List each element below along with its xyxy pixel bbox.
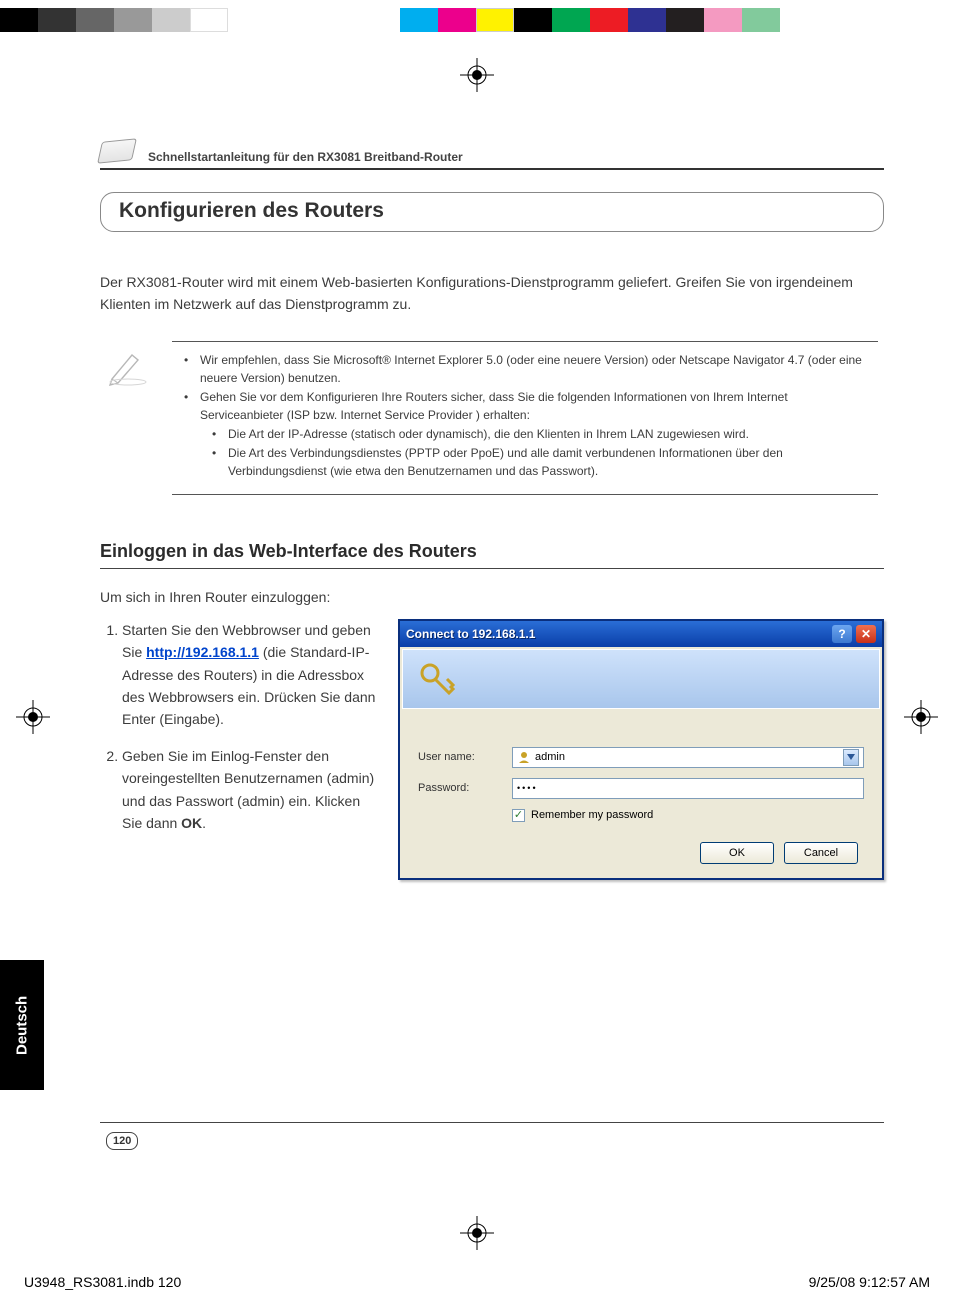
username-label: User name: — [418, 751, 512, 763]
language-tab: Deutsch — [0, 960, 44, 1090]
username-field[interactable]: admin — [512, 747, 864, 768]
password-field[interactable]: •••• — [512, 778, 864, 799]
router-icon — [97, 138, 137, 163]
username-value: admin — [535, 751, 565, 763]
registration-mark-icon — [460, 58, 494, 92]
page-content: Schnellstartanleitung für den RX3081 Bre… — [100, 140, 884, 1188]
steps-lead: Um sich in Ihren Router einzuloggen: — [100, 587, 884, 609]
step-1: Starten Sie den Webbrowser und geben Sie… — [122, 619, 380, 731]
print-timestamp: 9/25/08 9:12:57 AM — [809, 1274, 930, 1290]
keys-icon — [417, 659, 457, 699]
note-list: Wir empfehlen, dass Sie Microsoft® Inter… — [178, 352, 872, 480]
note-box: Wir empfehlen, dass Sie Microsoft® Inter… — [100, 341, 884, 495]
remember-label: Remember my password — [531, 809, 653, 821]
dropdown-icon[interactable] — [843, 749, 859, 766]
help-button[interactable]: ? — [832, 625, 852, 643]
steps-column: Starten Sie den Webbrowser und geben Sie… — [100, 619, 380, 849]
print-gray-bar — [0, 8, 954, 32]
login-dialog: Connect to 192.168.1.1 ? ✕ User name: — [398, 619, 884, 880]
close-button[interactable]: ✕ — [856, 625, 876, 643]
password-label: Password: — [418, 782, 512, 794]
dialog-banner — [402, 649, 880, 709]
note-subitem: Die Art der IP-Adresse (statisch oder dy… — [200, 426, 872, 443]
page-header: Schnellstartanleitung für den RX3081 Bre… — [100, 140, 884, 170]
cancel-button[interactable]: Cancel — [784, 842, 858, 864]
doc-title: Schnellstartanleitung für den RX3081 Bre… — [148, 150, 463, 164]
dialog-titlebar: Connect to 192.168.1.1 ? ✕ — [400, 621, 882, 647]
dialog-title: Connect to 192.168.1.1 — [406, 627, 828, 641]
registration-mark-icon — [16, 700, 50, 734]
print-file-info: U3948_RS3081.indb 120 — [24, 1274, 181, 1290]
section-heading: Konfigurieren des Routers — [100, 192, 884, 232]
footer-rule — [100, 1122, 884, 1123]
intro-paragraph: Der RX3081-Router wird mit einem Web-bas… — [100, 272, 884, 315]
page-number: 120 — [106, 1132, 138, 1150]
subsection-heading: Einloggen in das Web-Interface des Route… — [100, 541, 884, 569]
router-ip-link[interactable]: http://192.168.1.1 — [146, 644, 259, 660]
note-item: Gehen Sie vor dem Konfigurieren Ihre Rou… — [178, 389, 872, 480]
pen-note-icon — [106, 349, 150, 387]
password-value: •••• — [517, 784, 538, 793]
note-subitem: Die Art des Verbindungsdienstes (PPTP od… — [200, 445, 872, 480]
registration-mark-icon — [460, 1216, 494, 1250]
note-item: Wir empfehlen, dass Sie Microsoft® Inter… — [178, 352, 872, 387]
user-icon — [517, 750, 531, 764]
remember-checkbox[interactable]: ✓ — [512, 809, 525, 822]
ok-button[interactable]: OK — [700, 842, 774, 864]
print-footer: U3948_RS3081.indb 120 9/25/08 9:12:57 AM — [24, 1274, 930, 1290]
step-2: Geben Sie im Einlog-Fenster den voreinge… — [122, 745, 380, 835]
registration-mark-icon — [904, 700, 938, 734]
